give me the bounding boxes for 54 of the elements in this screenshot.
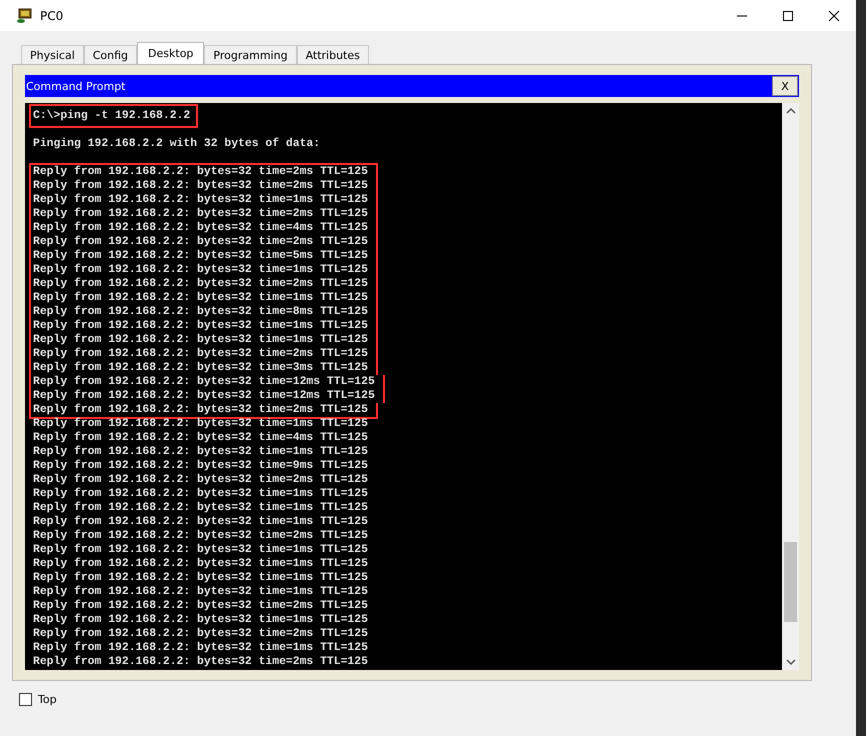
reply-line: Reply from 192.168.2.2: bytes=32 time=1ms TTL=125	[29, 263, 378, 277]
reply-line: Reply from 192.168.2.2: bytes=32 time=2ms TTL=125	[32, 599, 369, 613]
reply-line: Reply from 192.168.2.2: bytes=32 time=9ms TTL=125	[32, 459, 369, 473]
tab[interactable]: Config	[84, 45, 138, 64]
close-icon[interactable]	[828, 10, 840, 22]
tab[interactable]: Physical	[21, 45, 84, 64]
close-button[interactable]: X	[772, 76, 798, 96]
reply-line: Reply from 192.168.2.2: bytes=32 time=1ms TTL=125	[29, 193, 378, 207]
reply-line: Reply from 192.168.2.2: bytes=32 time=1ms TTL=125	[32, 571, 369, 585]
maximize-icon[interactable]	[782, 10, 794, 22]
reply-line: Reply from 192.168.2.2: bytes=32 time=1ms TTL=125	[29, 333, 378, 347]
tab[interactable]: Desktop	[137, 42, 204, 64]
reply-line: Reply from 192.168.2.2: bytes=32 time=2ms TTL=125	[29, 235, 378, 249]
reply-line: Reply from 192.168.2.2: bytes=32 time=4ms TTL=125	[29, 221, 378, 235]
reply-line: Reply from 192.168.2.2: bytes=32 time=2ms TTL=125	[29, 403, 378, 419]
reply-line: Reply from 192.168.2.2: bytes=32 time=1ms TTL=125	[29, 291, 378, 305]
reply-line: Reply from 192.168.2.2: bytes=32 time=2ms TTL=125	[29, 347, 378, 361]
reply-line: Reply from 192.168.2.2: bytes=32 time=1ms TTL=125	[32, 557, 369, 571]
reply-line: Reply from 192.168.2.2: bytes=32 time=2ms TTL=125	[32, 627, 369, 641]
reply-line: Reply from 192.168.2.2: bytes=32 time=1ms TTL=125	[32, 641, 369, 655]
reply-line: Reply from 192.168.2.2: bytes=32 time=2ms TTL=125	[32, 473, 369, 487]
reply-line: Reply from 192.168.2.2: bytes=32 time=2ms TTL=125	[32, 529, 369, 543]
reply-line: Reply from 192.168.2.2: bytes=32 time=8ms TTL=125	[29, 305, 378, 319]
command-prompt-title: Command Prompt	[25, 80, 126, 92]
checkbox-label: Top	[38, 693, 57, 706]
reply-line: Reply from 192.168.2.2: bytes=32 time=1ms TTL=125	[32, 613, 369, 627]
reply-line: Reply from 192.168.2.2: bytes=32 time=1ms TTL=125	[32, 487, 369, 501]
reply-line: Reply from 192.168.2.2: bytes=32 time=4ms TTL=125	[32, 431, 369, 445]
reply-line: Reply from 192.168.2.2: bytes=32 time=1ms TTL=125	[32, 445, 369, 459]
reply-line: Reply from 192.168.2.2: bytes=32 time=2ms TTL=125	[29, 207, 378, 221]
checkbox[interactable]	[19, 693, 32, 706]
reply-line: Reply from 192.168.2.2: bytes=32 time=5ms TTL=125	[29, 249, 378, 263]
scroll-up-icon[interactable]	[786, 107, 796, 115]
reply-line: Reply from 192.168.2.2: bytes=32 time=1ms TTL=125	[29, 319, 378, 333]
scrollbar-thumb[interactable]	[784, 542, 797, 622]
reply-line: Reply from 192.168.2.2: bytes=32 time=1ms TTL=125	[32, 501, 369, 515]
computer-icon	[16, 8, 34, 24]
reply-line: Reply from 192.168.2.2: bytes=32 time=12ms TTL=125	[29, 375, 385, 389]
reply-line: Reply from 192.168.2.2: bytes=32 time=2ms TTL=125	[29, 179, 378, 193]
reply-line: Reply from 192.168.2.2: bytes=32 time=2ms TTL=125	[32, 655, 369, 669]
scroll-down-icon[interactable]	[786, 658, 796, 666]
reply-line: Reply from 192.168.2.2: bytes=32 time=2ms TTL=125	[29, 277, 378, 291]
reply-line: Reply from 192.168.2.2: bytes=32 time=1ms TTL=125	[32, 515, 369, 529]
window-title: PC0	[40, 8, 64, 22]
reply-line: Reply from 192.168.2.2: bytes=32 time=12ms TTL=125	[29, 389, 385, 403]
tab[interactable]: Attributes	[296, 45, 369, 64]
reply-line: Reply from 192.168.2.2: bytes=32 time=1ms TTL=125	[32, 417, 369, 431]
reply-line: Reply from 192.168.2.2: bytes=32 time=1ms TTL=125	[32, 585, 369, 599]
reply-line: Reply from 192.168.2.2: bytes=32 time=3ms TTL=125	[29, 361, 378, 375]
reply-line: Reply from 192.168.2.2: bytes=32 time=1ms TTL=125	[32, 543, 369, 557]
tab[interactable]: Programming	[204, 45, 297, 64]
scrollbar[interactable]	[782, 103, 799, 670]
reply-line: Reply from 192.168.2.2: bytes=32 time=2ms TTL=125	[29, 163, 378, 179]
ping-header-line: Pinging 192.168.2.2 with 32 bytes of data:	[32, 137, 322, 151]
